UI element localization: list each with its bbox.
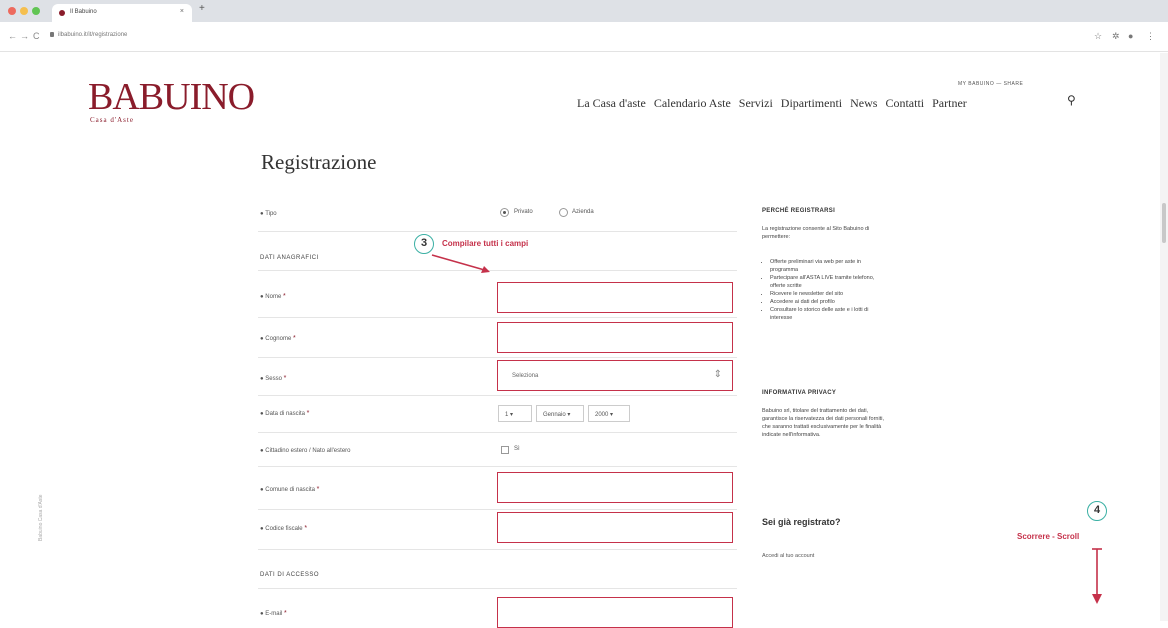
scrollbar-thumb[interactable] bbox=[1162, 203, 1166, 243]
section-access-data: DATI DI ACCESSO bbox=[260, 572, 320, 578]
browser-tab[interactable]: Il Babuino × bbox=[52, 4, 192, 22]
list-item: Partecipare all'ASTA LIVE tramite telefo… bbox=[770, 274, 886, 290]
search-icon[interactable]: ⚲ bbox=[1067, 93, 1076, 107]
list-item: Ricevere le newsletter del sito bbox=[770, 290, 886, 298]
maximize-window-icon[interactable] bbox=[32, 7, 40, 15]
nav-item-servizi[interactable]: Servizi bbox=[739, 96, 773, 111]
list-item: Consultare lo storico delle aste e i lot… bbox=[770, 306, 886, 322]
step-4-badge: 4 bbox=[1087, 501, 1107, 521]
nav-item-calendario-aste[interactable]: Calendario Aste bbox=[654, 96, 731, 111]
taxcode-label: ● Codice fiscale * bbox=[260, 525, 308, 532]
divider bbox=[258, 509, 737, 510]
step-3-instruction: Compilare tutti i campi bbox=[442, 239, 529, 248]
gender-select[interactable]: Seleziona ⇕ bbox=[497, 360, 733, 391]
radio-azienda[interactable] bbox=[559, 208, 568, 217]
gender-label: ● Sesso * bbox=[260, 375, 287, 382]
birthdate-label: ● Data di nascita * bbox=[260, 410, 310, 417]
birth-day-select[interactable]: 1 ▾ bbox=[498, 405, 532, 422]
step-4-instruction: Scorrere - Scroll bbox=[1017, 532, 1080, 541]
radio-privato-label: Privato bbox=[514, 209, 533, 215]
favicon-icon bbox=[59, 10, 65, 16]
page: BABUINO Casa d'Aste MY BABUINO — SHARE L… bbox=[0, 53, 1168, 628]
site-logo[interactable]: BABUINO bbox=[88, 78, 255, 116]
sidebar-privacy-text: Babuino srl, titolare del trattamento de… bbox=[762, 408, 884, 438]
sidebar-heading-why-register: PERCHÉ REGISTRARSI bbox=[762, 208, 836, 214]
type-label: ● Tipo bbox=[260, 211, 277, 217]
nav-item-casa-daste[interactable]: La Casa d'aste bbox=[577, 96, 646, 111]
tab-close-icon[interactable]: × bbox=[180, 8, 184, 15]
url-field[interactable]: ilbabuino.it/it/registrazione bbox=[58, 32, 127, 38]
profile-icon[interactable]: ● bbox=[1128, 31, 1133, 41]
main-nav: La Casa d'aste Calendario Aste Servizi D… bbox=[577, 96, 967, 111]
sidebar-intro: La registrazione consente al Sito Babuin… bbox=[762, 226, 870, 240]
name-label: ● Nome * bbox=[260, 293, 286, 300]
radio-azienda-label: Azienda bbox=[572, 209, 594, 215]
divider bbox=[258, 357, 737, 358]
page-title: Registrazione bbox=[261, 150, 377, 174]
nav-item-contatti[interactable]: Contatti bbox=[885, 96, 924, 111]
birth-year-select[interactable]: 2000 ▾ bbox=[588, 405, 630, 422]
minimize-window-icon[interactable] bbox=[20, 7, 28, 15]
page-scrollbar[interactable] bbox=[1160, 53, 1168, 621]
foreign-checkbox[interactable] bbox=[501, 446, 509, 454]
browser-tabbar: Il Babuino × + bbox=[0, 0, 1168, 22]
foreign-checkbox-label: Sì bbox=[514, 446, 520, 452]
surname-input[interactable] bbox=[497, 322, 733, 353]
arrow-icon bbox=[431, 254, 490, 273]
divider bbox=[258, 395, 737, 396]
new-tab-button[interactable]: + bbox=[199, 3, 205, 14]
nav-item-dipartimenti[interactable]: Dipartimenti bbox=[781, 96, 842, 111]
divider bbox=[258, 466, 737, 467]
scroll-down-arrow-icon bbox=[1092, 548, 1102, 604]
email-input[interactable] bbox=[497, 597, 733, 628]
list-item: Accedere ai dati del profilo bbox=[770, 298, 886, 306]
gender-select-value: Seleziona bbox=[512, 373, 539, 379]
email-label: ● E-mail * bbox=[260, 610, 287, 617]
chevron-down-icon: ⇕ bbox=[713, 369, 722, 380]
close-window-icon[interactable] bbox=[8, 7, 16, 15]
divider bbox=[258, 231, 737, 232]
list-item: Offerte preliminari via web per aste in … bbox=[770, 258, 886, 274]
radio-privato[interactable] bbox=[500, 208, 509, 217]
section-personal-data: DATI ANAGRAFICI bbox=[260, 255, 319, 261]
lock-icon bbox=[50, 32, 54, 37]
top-links[interactable]: MY BABUINO — SHARE bbox=[958, 81, 1023, 87]
nav-item-partner[interactable]: Partner bbox=[932, 96, 967, 111]
sidebar-benefits-list: Offerte preliminari via web per aste in … bbox=[762, 258, 886, 322]
sidebar-already-registered: Sei già registrato? bbox=[762, 517, 841, 527]
back-button[interactable]: ← bbox=[8, 31, 17, 41]
birthplace-input[interactable] bbox=[497, 472, 733, 503]
birth-month-select[interactable]: Gennaio ▾ bbox=[536, 405, 584, 422]
vertical-side-text: Babuino Casa d'Aste bbox=[38, 494, 44, 541]
address-bar: ← → C ilbabuino.it/it/registrazione ☆ ✲ … bbox=[0, 22, 1168, 52]
extensions-icon[interactable]: ✲ bbox=[1112, 31, 1120, 42]
star-icon[interactable]: ☆ bbox=[1094, 31, 1102, 42]
menu-icon[interactable]: ⋮ bbox=[1146, 31, 1155, 42]
sidebar-login-link[interactable]: Accedi al tuo account bbox=[762, 553, 814, 559]
divider bbox=[258, 549, 737, 550]
tab-title: Il Babuino bbox=[70, 9, 97, 15]
forward-button[interactable]: → bbox=[20, 31, 29, 41]
reload-button[interactable]: C bbox=[33, 31, 40, 41]
taxcode-input[interactable] bbox=[497, 512, 733, 543]
divider bbox=[258, 588, 737, 589]
divider bbox=[258, 432, 737, 433]
site-logo-subtitle: Casa d'Aste bbox=[90, 116, 134, 124]
divider bbox=[258, 317, 737, 318]
foreign-label: ● Cittadino estero / Nato all'estero bbox=[260, 448, 351, 454]
birthplace-label: ● Comune di nascita * bbox=[260, 486, 320, 493]
nav-item-news[interactable]: News bbox=[850, 96, 877, 111]
sidebar-heading-privacy: INFORMATIVA PRIVACY bbox=[762, 390, 837, 396]
name-input[interactable] bbox=[497, 282, 733, 313]
surname-label: ● Cognome * bbox=[260, 335, 296, 342]
